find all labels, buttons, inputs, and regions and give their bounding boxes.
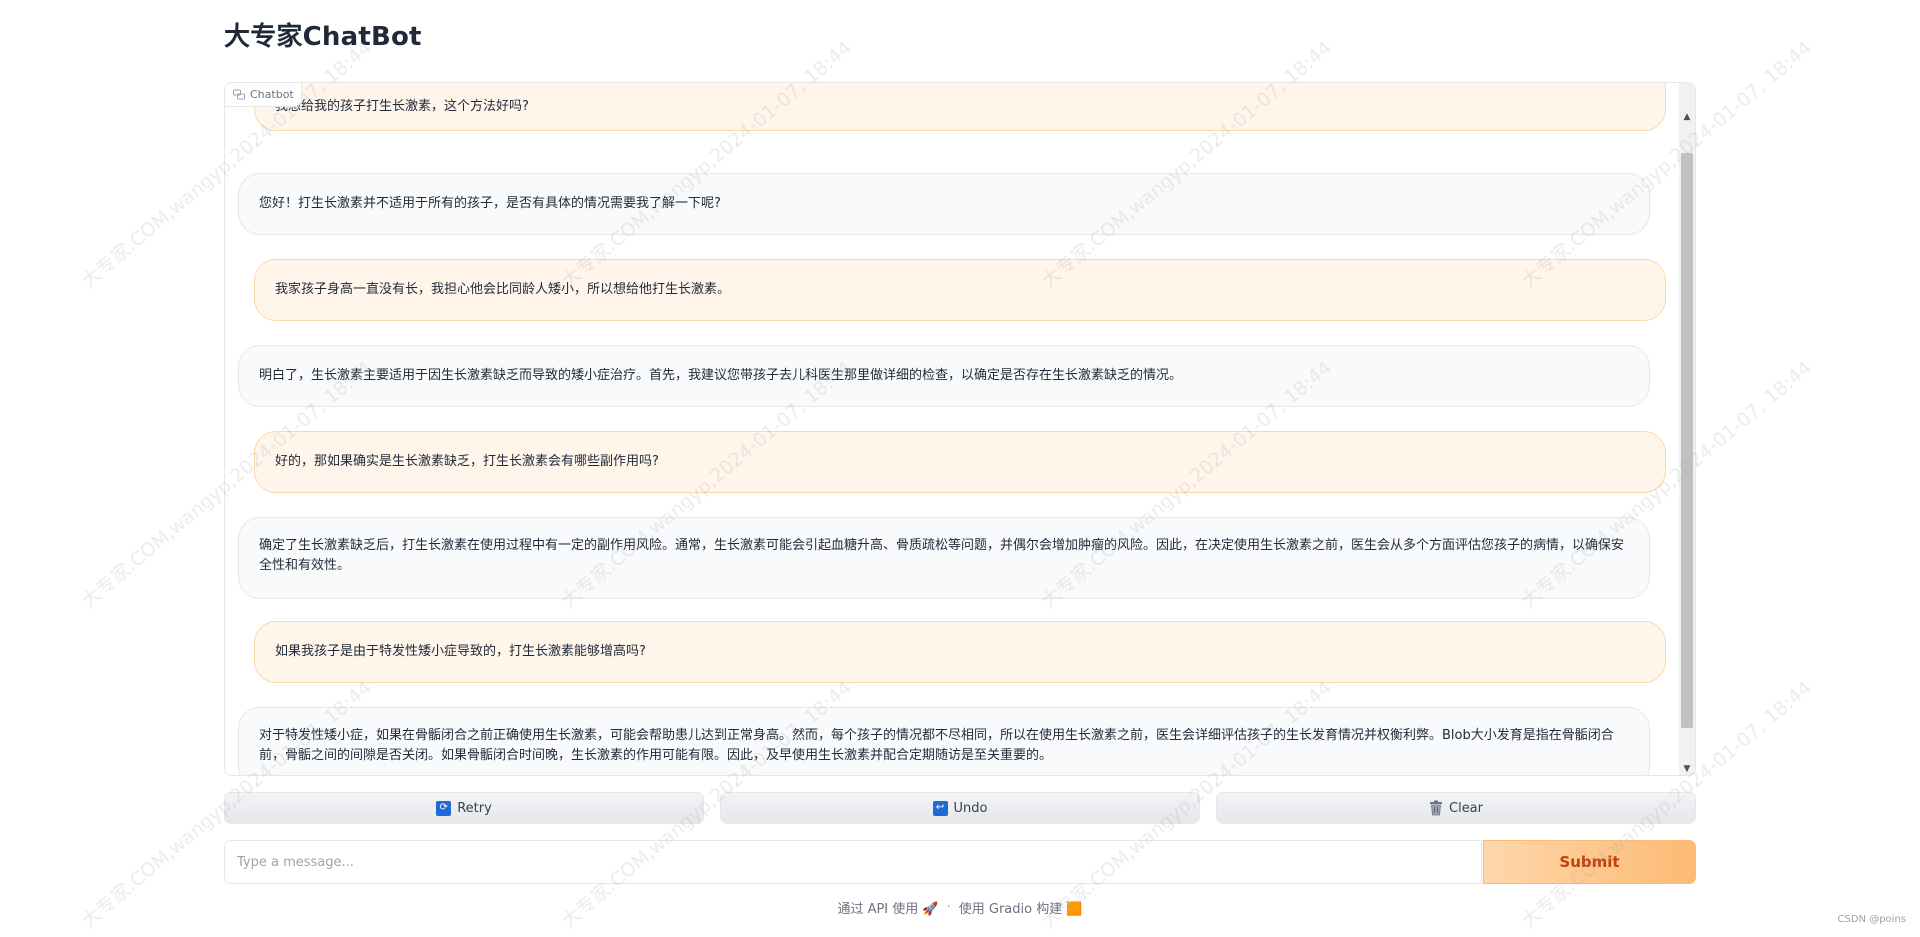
user-message: 如果我孩子是由于特发性矮小症导致的，打生长激素能够增高吗? — [254, 621, 1666, 683]
scroll-up-arrow-icon[interactable]: ▲ — [1679, 109, 1695, 125]
user-message: 我想给我的孩子打生长激素，这个方法好吗? — [254, 83, 1666, 131]
footer-separator: · — [946, 900, 951, 915]
clear-button[interactable]: Clear — [1216, 792, 1696, 824]
page-title: 大专家ChatBot — [224, 22, 422, 52]
undo-button[interactable]: ↩ Undo — [720, 792, 1200, 824]
chatbot-label-text: Chatbot — [250, 88, 294, 101]
api-link[interactable]: 通过 API 使用 🚀 — [837, 898, 938, 917]
retry-icon: ⟳ — [436, 800, 452, 816]
action-button-row: ⟳ Retry ↩ Undo Clear — [224, 792, 1696, 824]
footer: 通过 API 使用 🚀 · 使用 Gradio 构建 🟧 — [224, 898, 1696, 917]
retry-label: Retry — [457, 800, 492, 816]
trash-icon — [1430, 800, 1442, 816]
chat-scrollbar[interactable]: ▲ ▼ — [1679, 83, 1695, 775]
undo-icon: ↩ — [932, 800, 948, 816]
gradio-link-text: 使用 Gradio 构建 — [958, 902, 1063, 917]
message-text: 对于特发性矮小症，如果在骨骺闭合之前正确使用生长激素，可能会帮助患儿达到正常身高… — [259, 728, 1614, 763]
gradio-logo-icon: 🟧 — [1066, 902, 1083, 917]
message-text: 如果我孩子是由于特发性矮小症导致的，打生长激素能够增高吗? — [275, 644, 646, 659]
bot-message: 您好！打生长激素并不适用于所有的孩子，是否有具体的情况需要我了解一下呢? — [238, 173, 1650, 235]
message-text: 好的，那如果确实是生长激素缺乏，打生长激素会有哪些副作用吗? — [275, 454, 659, 469]
scroll-thumb[interactable] — [1681, 153, 1693, 728]
user-message: 我家孩子身高一直没有长，我担心他会比同龄人矮小，所以想给他打生长激素。 — [254, 259, 1666, 321]
message-text: 您好！打生长激素并不适用于所有的孩子，是否有具体的情况需要我了解一下呢? — [259, 196, 721, 211]
message-text: 确定了生长激素缺乏后，打生长激素在使用过程中有一定的副作用风险。通常，生长激素可… — [259, 538, 1625, 573]
bot-message: 明白了，生长激素主要适用于因生长激素缺乏而导致的矮小症治疗。首先，我建议您带孩子… — [238, 345, 1650, 407]
input-row: Submit — [224, 840, 1696, 884]
chatbot-label: Chatbot — [225, 83, 302, 107]
clear-label: Clear — [1449, 800, 1483, 816]
message-input[interactable] — [224, 840, 1482, 884]
api-link-text: 通过 API 使用 — [837, 902, 919, 917]
message-list: 我想给我的孩子打生长激素，这个方法好吗? 您好！打生长激素并不适用于所有的孩子，… — [225, 83, 1680, 775]
csdn-credit: CSDN @poins — [1837, 914, 1906, 925]
chat-icon — [233, 89, 245, 99]
gradio-app: 大专家ChatBot Chatbot 我想给我的孩子打生长激素，这个方法好吗? … — [224, 0, 1696, 937]
bot-message: 确定了生长激素缺乏后，打生长激素在使用过程中有一定的副作用风险。通常，生长激素可… — [238, 517, 1650, 599]
retry-button[interactable]: ⟳ Retry — [224, 792, 704, 824]
gradio-link[interactable]: 使用 Gradio 构建 🟧 — [959, 898, 1083, 917]
bot-message: 对于特发性矮小症，如果在骨骺闭合之前正确使用生长激素，可能会帮助患儿达到正常身高… — [238, 707, 1650, 775]
message-text: 我家孩子身高一直没有长，我担心他会比同龄人矮小，所以想给他打生长激素。 — [275, 282, 731, 297]
message-text: 明白了，生长激素主要适用于因生长激素缺乏而导致的矮小症治疗。首先，我建议您带孩子… — [259, 368, 1183, 383]
undo-label: Undo — [953, 800, 988, 816]
scroll-down-arrow-icon[interactable]: ▼ — [1679, 761, 1695, 775]
rocket-icon: 🚀 — [922, 902, 939, 917]
message-text: 我想给我的孩子打生长激素，这个方法好吗? — [275, 99, 529, 114]
chatbot-panel: Chatbot 我想给我的孩子打生长激素，这个方法好吗? 您好！打生长激素并不适… — [224, 82, 1696, 776]
user-message: 好的，那如果确实是生长激素缺乏，打生长激素会有哪些副作用吗? — [254, 431, 1666, 493]
submit-button[interactable]: Submit — [1483, 840, 1696, 884]
